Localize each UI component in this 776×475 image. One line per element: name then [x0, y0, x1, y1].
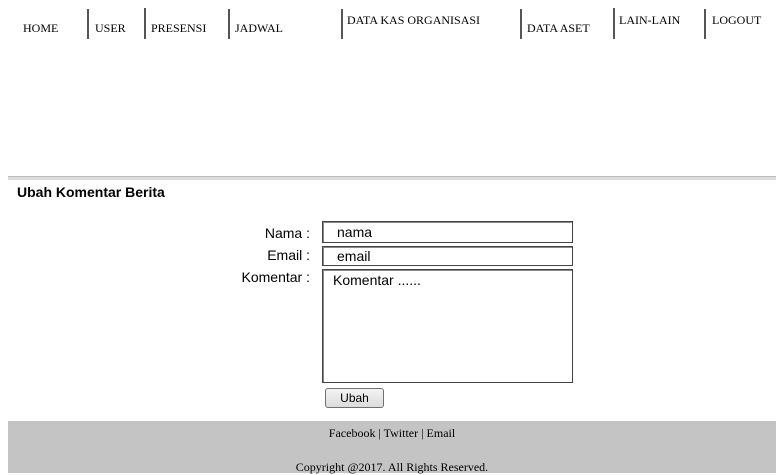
nav-logout[interactable]: LOGOUT [712, 11, 761, 29]
footer-separator: | [375, 426, 384, 440]
nav-user[interactable]: USER [95, 19, 126, 37]
email-label: Email : [267, 247, 310, 263]
content-divider [8, 176, 776, 180]
top-navigation: HOME USER PRESENSI JADWAL DATA KAS ORGAN… [0, 0, 776, 48]
footer-separator: | [418, 426, 427, 440]
nama-label: Nama : [264, 225, 310, 241]
ubah-button[interactable]: Ubah [325, 388, 384, 408]
nav-lain-lain[interactable]: LAIN-LAIN [619, 11, 680, 29]
footer: Facebook | Twitter | Email Copyright @20… [8, 421, 776, 474]
nav-divider [228, 9, 230, 39]
komentar-textarea[interactable]: Komentar ...... [322, 269, 573, 383]
page-title: Ubah Komentar Berita [17, 184, 165, 200]
komentar-label: Komentar : [241, 269, 310, 285]
nav-divider [613, 8, 615, 39]
twitter-link[interactable]: Twitter [384, 426, 418, 440]
facebook-link[interactable]: Facebook [329, 426, 376, 440]
nav-divider [87, 9, 89, 39]
nav-home[interactable]: HOME [23, 19, 58, 37]
nav-presensi[interactable]: PRESENSI [151, 19, 206, 37]
email-input[interactable] [322, 246, 573, 266]
nav-divider [520, 9, 522, 39]
nama-input[interactable] [322, 221, 573, 243]
nav-divider [704, 9, 706, 39]
nav-data-kas-organisasi[interactable]: DATA KAS ORGANISASI [347, 11, 480, 29]
social-links: Facebook | Twitter | Email [8, 426, 776, 441]
nav-data-aset[interactable]: DATA ASET [527, 19, 590, 37]
nav-divider [144, 8, 146, 39]
nav-jadwal[interactable]: JADWAL [235, 19, 283, 37]
nav-divider [341, 9, 343, 39]
email-link[interactable]: Email [427, 426, 456, 440]
